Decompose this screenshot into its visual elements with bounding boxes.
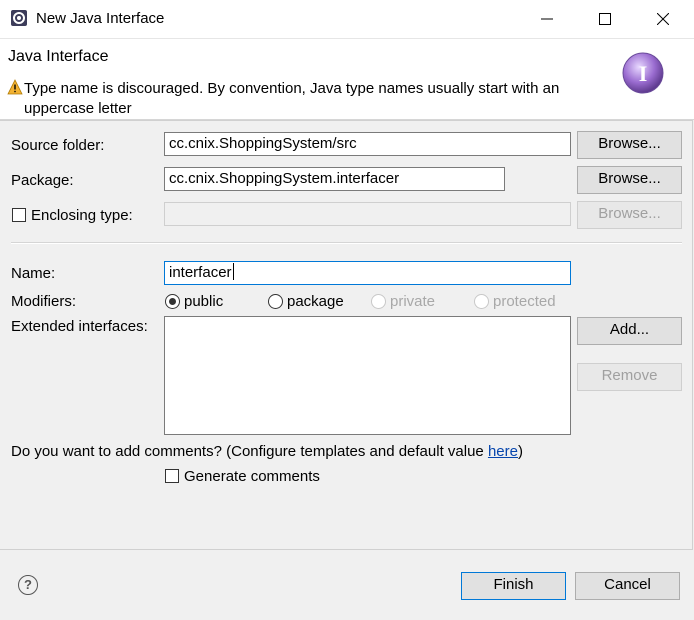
package-browse-button[interactable]: Browse... — [577, 166, 682, 194]
modifier-package-label: package — [287, 293, 344, 310]
maximize-button[interactable] — [576, 0, 634, 38]
comments-question: Do you want to add comments? (Configure … — [11, 443, 523, 460]
generate-comments-checkbox[interactable] — [165, 469, 179, 483]
add-interface-button[interactable]: Add... — [577, 317, 682, 345]
modifier-public-radio[interactable] — [165, 294, 180, 309]
modifier-package-radio[interactable] — [268, 294, 283, 309]
source-folder-browse-button[interactable]: Browse... — [577, 131, 682, 159]
modifier-protected-label: protected — [493, 293, 556, 310]
separator — [11, 242, 682, 244]
modifier-public-label: public — [184, 293, 224, 310]
page-title: Java Interface — [8, 48, 109, 65]
text-caret — [232, 263, 234, 280]
window-title: New Java Interface — [36, 10, 165, 27]
finish-button[interactable]: Finish — [461, 572, 566, 600]
configure-templates-link[interactable]: here — [488, 443, 518, 460]
remove-interface-button: Remove — [577, 363, 682, 391]
enclosing-type-browse-button: Browse... — [577, 201, 682, 229]
package-field[interactable]: cc.cnix.ShoppingSystem.interfacer — [164, 167, 505, 191]
package-label: Package: — [11, 172, 74, 189]
source-folder-label: Source folder: — [11, 137, 105, 154]
name-field[interactable]: interfacer — [164, 261, 571, 285]
extended-interfaces-label: Extended interfaces: — [11, 318, 148, 335]
modifiers-label: Modifiers: — [11, 293, 77, 310]
generate-comments-label: Generate comments — [184, 468, 320, 485]
source-folder-field[interactable]: cc.cnix.ShoppingSystem/src — [164, 132, 571, 156]
warning-icon — [7, 79, 23, 95]
comments-question-end: ) — [517, 443, 523, 460]
modifier-private-radio — [371, 294, 386, 309]
enclosing-type-field — [164, 202, 571, 226]
modifier-private-label: private — [390, 293, 436, 310]
modifier-protected-radio — [474, 294, 489, 309]
svg-text:I: I — [639, 61, 648, 86]
interface-wizard-icon: I — [622, 52, 664, 94]
help-icon[interactable]: ? — [18, 575, 38, 595]
maximize-icon — [599, 13, 611, 25]
eclipse-gear-icon — [11, 10, 27, 26]
enclosing-type-checkbox[interactable] — [12, 208, 26, 222]
cancel-button[interactable]: Cancel — [575, 572, 680, 600]
extended-interfaces-list[interactable] — [164, 316, 571, 435]
close-icon — [657, 13, 669, 25]
comments-question-text: Do you want to add comments? (Configure … — [11, 443, 488, 460]
close-button[interactable] — [634, 0, 692, 38]
minimize-icon — [541, 18, 553, 20]
warning-message: Type name is discouraged. By convention,… — [24, 80, 560, 117]
name-label: Name: — [11, 265, 56, 282]
minimize-button[interactable] — [518, 0, 576, 38]
enclosing-type-label: Enclosing type: — [31, 207, 133, 224]
name-value: interfacer — [169, 264, 232, 281]
